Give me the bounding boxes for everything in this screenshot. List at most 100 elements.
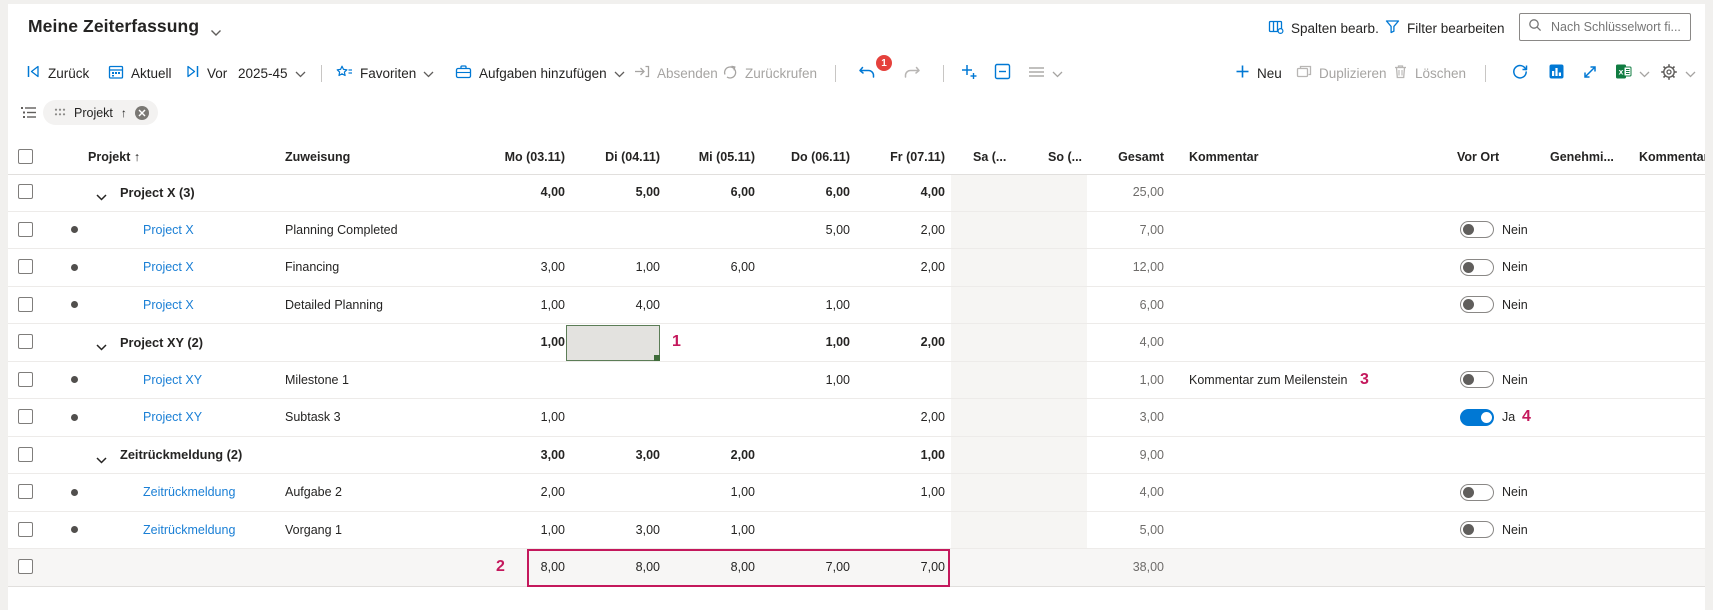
submit-button[interactable]: Absenden [634, 52, 718, 94]
on-site-toggle[interactable] [1460, 296, 1494, 313]
day-cell-fr[interactable]: 2,00 [850, 249, 945, 286]
day-cell-fr[interactable]: 4,00 [850, 174, 945, 211]
row-checkbox[interactable] [18, 447, 33, 462]
row-checkbox[interactable] [18, 259, 33, 274]
drag-grip-icon[interactable] [54, 106, 66, 120]
group-collapse-chevron-icon[interactable] [96, 338, 107, 356]
on-site-toggle[interactable] [1460, 221, 1494, 238]
row-checkbox[interactable] [18, 297, 33, 312]
view-options-button[interactable] [1028, 52, 1063, 94]
on-site-toggle[interactable] [1460, 371, 1494, 388]
search-input[interactable] [1549, 19, 1682, 35]
sort-ascending-icon[interactable]: ↑ [121, 106, 127, 120]
day-cell-mi[interactable]: 6,00 [660, 174, 755, 211]
on-site-toggle[interactable] [1460, 409, 1494, 426]
collapse-rows-button[interactable] [994, 52, 1011, 94]
column-header-kommentar-2[interactable]: Kommentar de [1639, 140, 1713, 174]
column-header-projekt[interactable]: Projekt ↑ [88, 140, 208, 174]
edit-columns-button[interactable]: Spalten bearb. [1268, 4, 1379, 52]
day-cell-fr[interactable]: 2,00 [850, 399, 945, 436]
group-collapse-chevron-icon[interactable] [96, 451, 107, 469]
sort-ascending-icon[interactable]: ↑ [134, 150, 140, 164]
redo-button[interactable] [902, 52, 921, 94]
row-checkbox[interactable] [18, 184, 33, 199]
day-cell-do[interactable]: 6,00 [755, 174, 850, 211]
project-link[interactable]: Project XY [143, 399, 202, 436]
row-checkbox[interactable] [18, 522, 33, 537]
column-header-fr[interactable]: Fr (07.11) [850, 140, 945, 174]
row-checkbox[interactable] [18, 559, 33, 574]
row-checkbox[interactable] [18, 484, 33, 499]
day-cell-fr[interactable]: 2,00 [850, 324, 945, 361]
favorites-button[interactable]: Favoriten [336, 52, 434, 94]
comment-cell[interactable]: Kommentar zum Meilenstein [1189, 362, 1449, 399]
column-header-gesamt[interactable]: Gesamt [1064, 140, 1164, 174]
add-tasks-button[interactable]: Aufgaben hinzufügen [455, 52, 625, 94]
day-cell-fr[interactable]: 1,00 [850, 437, 945, 474]
column-header-di[interactable]: Di (04.11) [565, 140, 660, 174]
select-all-checkbox[interactable] [18, 149, 33, 164]
settings-button[interactable] [1660, 52, 1696, 94]
row-checkbox[interactable] [18, 372, 33, 387]
column-header-zuweisung[interactable]: Zuweisung [285, 140, 435, 174]
fullscreen-button[interactable] [1582, 52, 1598, 94]
day-cell-mo[interactable]: 1,00 [470, 287, 565, 324]
on-site-toggle[interactable] [1460, 484, 1494, 501]
duplicate-button[interactable]: Duplizieren [1296, 52, 1387, 94]
row-checkbox[interactable] [18, 222, 33, 237]
column-header-genehmigt[interactable]: Genehmi... [1550, 140, 1630, 174]
group-chip-projekt[interactable]: Projekt ↑ [43, 100, 158, 125]
day-cell-mo[interactable]: 4,00 [470, 174, 565, 211]
day-cell-mo[interactable]: 3,00 [470, 249, 565, 286]
day-cell-do[interactable]: 1,00 [755, 324, 850, 361]
forward-button[interactable]: Vor [185, 52, 227, 94]
insert-row-button[interactable] [960, 52, 978, 94]
day-cell-fr[interactable]: 1,00 [850, 474, 945, 511]
fill-handle[interactable] [654, 355, 660, 361]
current-period-button[interactable]: Aktuell [108, 52, 172, 94]
new-button[interactable]: Neu [1235, 52, 1282, 94]
day-cell-mo[interactable]: 1,00 [470, 512, 565, 549]
day-cell-mi[interactable]: 1,00 [660, 474, 755, 511]
group-collapse-chevron-icon[interactable] [96, 188, 107, 206]
day-cell-fr[interactable]: 2,00 [850, 212, 945, 249]
column-header-kommentar[interactable]: Kommentar [1189, 140, 1349, 174]
day-cell-di[interactable]: 5,00 [565, 174, 660, 211]
day-cell-di[interactable]: 3,00 [565, 437, 660, 474]
day-cell-mi[interactable]: 1,00 [660, 512, 755, 549]
day-cell-di[interactable]: 4,00 [565, 287, 660, 324]
day-cell-do[interactable]: 1,00 [755, 287, 850, 324]
remove-group-icon[interactable] [135, 106, 149, 120]
day-cell-mi[interactable]: 2,00 [660, 437, 755, 474]
day-cell-mo[interactable]: 3,00 [470, 437, 565, 474]
refresh-button[interactable] [1511, 52, 1529, 94]
on-site-toggle[interactable] [1460, 521, 1494, 538]
keyword-search[interactable] [1519, 13, 1691, 41]
project-link[interactable]: Project X [143, 212, 194, 249]
back-button[interactable]: Zurück [26, 52, 89, 94]
project-link[interactable]: Project XY [143, 362, 202, 399]
title-chevron-down-icon[interactable] [210, 24, 222, 42]
day-cell-mi[interactable]: 6,00 [660, 249, 755, 286]
project-link[interactable]: Zeitrückmeldung [143, 512, 235, 549]
day-cell-mo[interactable]: 1,00 [470, 399, 565, 436]
column-header-vor-ort[interactable]: Vor Ort [1457, 140, 1537, 174]
project-link[interactable]: Project X [143, 287, 194, 324]
day-cell-mo[interactable]: 1,00 [470, 324, 565, 361]
day-cell-do[interactable]: 1,00 [755, 362, 850, 399]
column-header-sa[interactable]: Sa (... [973, 140, 1018, 174]
row-checkbox[interactable] [18, 409, 33, 424]
column-header-mo[interactable]: Mo (03.11) [470, 140, 565, 174]
column-header-mi[interactable]: Mi (05.11) [660, 140, 755, 174]
undo-button[interactable] [858, 52, 877, 94]
period-selector[interactable]: 2025-45 [238, 52, 306, 94]
day-cell-mo[interactable]: 2,00 [470, 474, 565, 511]
column-header-do[interactable]: Do (06.11) [755, 140, 850, 174]
project-link[interactable]: Project X [143, 249, 194, 286]
export-excel-button[interactable]: x [1615, 52, 1650, 94]
selected-cell[interactable] [566, 325, 660, 361]
group-by-icon[interactable] [20, 105, 37, 125]
recall-button[interactable]: Zurückrufen [722, 52, 817, 94]
on-site-toggle[interactable] [1460, 259, 1494, 276]
delete-button[interactable]: Löschen [1393, 52, 1466, 94]
